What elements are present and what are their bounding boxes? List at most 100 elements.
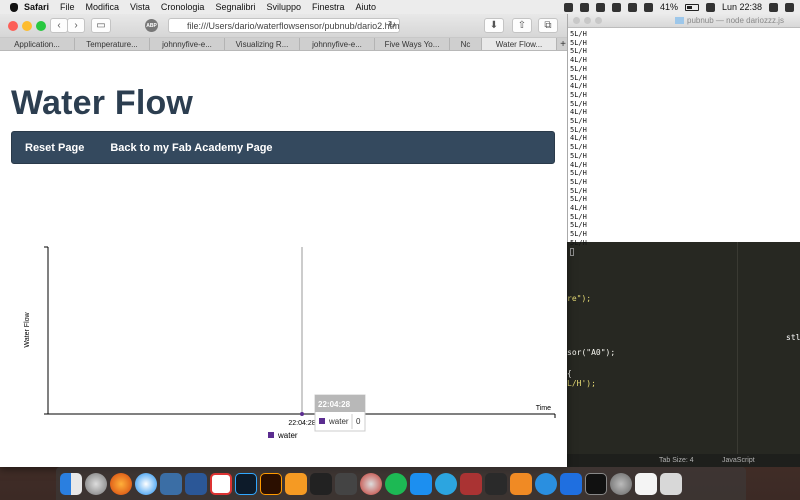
fusion360-icon[interactable] xyxy=(285,472,307,495)
wifi-icon[interactable] xyxy=(627,2,637,12)
tab-nc[interactable]: Nc xyxy=(450,38,482,50)
utility-icon[interactable] xyxy=(460,472,482,495)
x-tick-label: 22:04:28 xyxy=(288,420,315,427)
tab-temperature[interactable]: Temperature... xyxy=(75,38,150,50)
chevron-left-icon: ‹ xyxy=(57,20,61,31)
tooltip-swatch xyxy=(319,418,325,424)
menu-vista[interactable]: Vista xyxy=(130,2,150,12)
xcode-icon[interactable] xyxy=(485,472,507,495)
menu-cronologia[interactable]: Cronologia xyxy=(161,2,205,12)
system-preferences-icon[interactable] xyxy=(610,472,632,495)
address-bar[interactable]: file:///Users/dario/waterflowsensor/pubn… xyxy=(168,18,400,33)
syntax-indicator[interactable]: JavaScript xyxy=(722,457,755,464)
chrome-icon[interactable] xyxy=(360,472,382,495)
terminal-icon[interactable] xyxy=(585,472,607,495)
acrobat-icon[interactable] xyxy=(210,472,232,495)
cloud-icon[interactable] xyxy=(595,2,605,12)
app-store-icon[interactable] xyxy=(410,472,432,495)
menu-safari[interactable]: Safari xyxy=(24,2,49,12)
menu-sviluppo[interactable]: Sviluppo xyxy=(266,2,301,12)
reload-button[interactable]: ↻ xyxy=(385,18,399,33)
preview-icon[interactable] xyxy=(160,472,182,495)
sidebar-button[interactable]: ▭ xyxy=(91,18,111,33)
minimize-window-button[interactable] xyxy=(22,21,32,31)
menu-aiuto[interactable]: Aiuto xyxy=(356,2,377,12)
fullscreen-window-button[interactable] xyxy=(36,21,46,31)
terminal-close-button[interactable] xyxy=(573,17,580,24)
fab-academy-link[interactable]: Back to my Fab Academy Page xyxy=(110,142,272,154)
notification-center-icon[interactable] xyxy=(785,2,794,12)
terminal-line: 5L/H xyxy=(570,38,587,47)
code-editor[interactable]: re"); sor("A0"); { L/H'); stl Tab Size: … xyxy=(567,242,800,467)
apple-icon[interactable] xyxy=(10,2,18,12)
adblock-icon[interactable]: ABP xyxy=(145,19,158,32)
tab-water-flow[interactable]: Water Flow... xyxy=(482,38,557,50)
downloads-button[interactable]: ⬇ xyxy=(484,18,504,33)
url-text: file:///Users/dario/waterflowsensor/pubn… xyxy=(187,20,400,31)
terminal-minimize-button[interactable] xyxy=(584,17,591,24)
x-axis-label: Time xyxy=(536,405,551,412)
finder-icon[interactable] xyxy=(60,472,82,495)
menu-modifica[interactable]: Modifica xyxy=(86,2,120,12)
volume-icon[interactable] xyxy=(643,2,653,12)
data-points xyxy=(300,412,304,416)
photoshop-icon[interactable] xyxy=(235,472,257,495)
terminal-line: 5L/H xyxy=(570,30,587,38)
firefox-icon[interactable] xyxy=(110,472,132,495)
terminal-line: 5L/H xyxy=(570,73,587,82)
code-line-2: sor("A0"); xyxy=(567,348,616,357)
menu-file[interactable]: File xyxy=(60,2,75,12)
spotlight-icon[interactable] xyxy=(769,2,778,12)
trash-icon[interactable] xyxy=(660,472,682,495)
clock[interactable]: Lun 22:38 xyxy=(722,2,762,12)
safari-icon[interactable] xyxy=(135,472,157,495)
forward-button[interactable]: › xyxy=(67,18,85,33)
tab-five-ways[interactable]: Five Ways Yo... xyxy=(375,38,450,50)
sourcetree-icon[interactable] xyxy=(535,472,557,495)
terminal-title: pubnub — node dariozzz.js xyxy=(687,16,784,25)
document-icon[interactable] xyxy=(635,472,657,495)
scissors-icon[interactable] xyxy=(563,2,573,12)
terminal-zoom-button[interactable] xyxy=(595,17,602,24)
tab-size-indicator[interactable]: Tab Size: 4 xyxy=(659,457,694,464)
battery-icon[interactable] xyxy=(684,3,699,11)
close-window-button[interactable] xyxy=(8,21,18,31)
bluetooth-icon[interactable] xyxy=(611,2,621,12)
menu-finestra[interactable]: Finestra xyxy=(312,2,345,12)
launchpad-icon[interactable] xyxy=(85,472,107,495)
data-point[interactable] xyxy=(300,412,304,416)
share-button[interactable]: ⇧ xyxy=(512,18,532,33)
tab-johnnyfive-2[interactable]: johnnyfive-e... xyxy=(300,38,375,50)
tab-johnnyfive-1[interactable]: johnnyfive-e... xyxy=(150,38,225,50)
editor-side-text: stl xyxy=(786,333,800,342)
terminal-line: 5L/H xyxy=(570,151,587,160)
printer-icon[interactable] xyxy=(335,472,357,495)
tab-overview-button[interactable]: ⧉ xyxy=(538,18,558,33)
word-icon[interactable] xyxy=(185,472,207,495)
battery-percent: 41% xyxy=(659,2,678,12)
legend-swatch[interactable] xyxy=(268,432,274,438)
status-icon[interactable] xyxy=(579,2,589,12)
download-icon: ⬇ xyxy=(489,20,499,31)
terminal-line: 4L/H xyxy=(570,108,587,117)
flag-icon[interactable] xyxy=(705,2,715,12)
terminal-line: 4L/H xyxy=(570,56,587,65)
terminal-line: 4L/H xyxy=(570,204,587,213)
tab-bar: Application... Temperature... johnnyfive… xyxy=(0,38,567,51)
terminal-line: 5L/H xyxy=(570,143,587,152)
back-button[interactable]: ‹ xyxy=(50,18,68,33)
tab-visualizing[interactable]: Visualizing R... xyxy=(225,38,300,50)
inkscape-icon[interactable] xyxy=(310,472,332,495)
menu-segnalibri[interactable]: Segnalibri xyxy=(215,2,255,12)
legend-label[interactable]: water xyxy=(277,431,298,440)
code-line-3: { xyxy=(567,369,572,378)
terminal-line: 5L/H xyxy=(570,99,587,108)
spotify-icon[interactable] xyxy=(385,472,407,495)
reset-page-link[interactable]: Reset Page xyxy=(25,142,84,154)
terminal-output[interactable]: 5L/H 5L/H 5L/H 4L/H 5L/H 5L/H 4L/H 5L/H 5L/H 4L/H… xyxy=(568,28,800,256)
finder-alt-icon[interactable] xyxy=(560,472,582,495)
tab-application[interactable]: Application... xyxy=(0,38,75,50)
illustrator-icon[interactable] xyxy=(260,472,282,495)
telegram-icon[interactable] xyxy=(435,472,457,495)
sublime-text-icon[interactable] xyxy=(510,472,532,495)
